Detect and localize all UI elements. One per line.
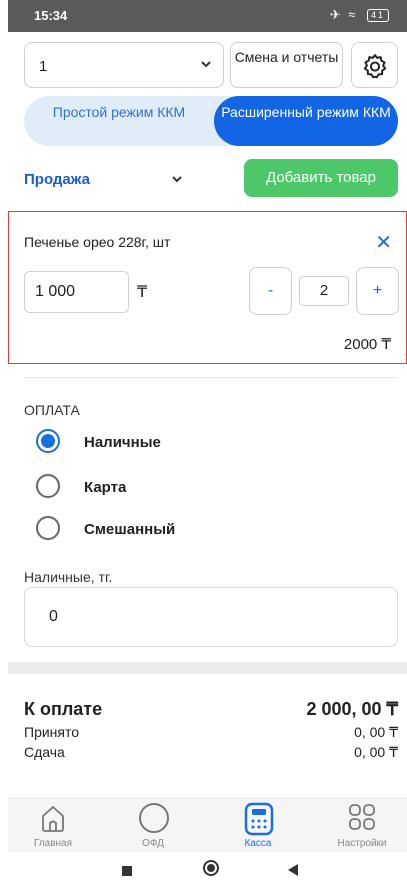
settings-button[interactable] [351, 42, 398, 88]
simple-mode-option[interactable]: Простой режим ККМ [24, 96, 214, 146]
nav-item-settings[interactable]: Настройки [317, 802, 407, 852]
operation-select[interactable]: Продажа [24, 162, 189, 198]
nav-item-kassa[interactable]: Касса [213, 802, 303, 852]
qty-increment-button[interactable]: + [356, 267, 399, 315]
chevron-down-icon [201, 61, 211, 68]
cash-amount-label: Наличные, тг. [24, 569, 113, 585]
nav-item-home[interactable]: Главная [8, 802, 98, 852]
nav-label: Настройки [337, 838, 387, 849]
payment-option-mixed[interactable]: Смешанный [36, 516, 336, 542]
radio-unchecked-icon [36, 516, 60, 540]
back-button[interactable] [288, 864, 298, 876]
register-select-value: 1 [39, 58, 48, 75]
item-name: Печенье орео 228г, шт [24, 234, 171, 250]
home-button[interactable] [203, 860, 219, 876]
nav-label: ОФД [142, 838, 164, 849]
shift-reports-button[interactable]: Смена и отчеты [230, 42, 343, 88]
payment-option-label: Наличные [84, 434, 161, 451]
nav-label: Главная [33, 838, 73, 849]
gear-icon [363, 54, 387, 79]
status-time: 15:34 [34, 8, 68, 23]
item-price-input[interactable]: 1 000 [24, 271, 129, 313]
home-icon [42, 806, 64, 832]
chevron-down-icon [172, 176, 182, 183]
qty-input[interactable]: 2 [299, 276, 349, 306]
register-select[interactable]: 1 [24, 42, 224, 88]
change-label: Сдача [24, 744, 65, 760]
section-separator [8, 662, 407, 674]
amount-due-value: 2 000, 00 ₸ [306, 699, 398, 719]
kkm-mode-toggle: Простой режим ККМ Расширенный режим ККМ [24, 96, 398, 146]
cash-amount-input[interactable]: 0 [24, 587, 398, 647]
payment-option-card[interactable]: Карта [36, 474, 336, 500]
bottom-nav: Главная ОФД Касса Настройки [8, 798, 407, 852]
payment-option-label: Карта [84, 479, 127, 496]
status-icons: ✈ ≈ 41 [330, 7, 389, 23]
system-nav-bar [8, 854, 407, 885]
radio-unchecked-icon [36, 474, 60, 498]
change-value: 0, 00 ₸ [354, 744, 398, 760]
payment-option-cash[interactable]: Наличные [36, 429, 336, 455]
app-screen: 1 Смена и отчеты Простой режим ККМ Расши… [8, 32, 407, 885]
received-label: Принято [24, 724, 80, 740]
status-bar: 15:34 ✈ ≈ 41 [8, 0, 407, 32]
add-product-button[interactable]: Добавить товар [244, 159, 398, 197]
item-total: 2000 ₸ [343, 336, 391, 353]
divider [24, 377, 398, 378]
airplane-wifi-icons: ✈ ≈ [329, 7, 358, 22]
recents-button[interactable] [122, 866, 132, 876]
payment-option-label: Смешанный [84, 521, 176, 538]
operation-select-value: Продажа [24, 171, 90, 188]
circle-icon [139, 803, 169, 833]
close-icon[interactable]: ✕ [375, 230, 392, 255]
amount-due-label: К оплате [24, 699, 103, 719]
grid-icon [349, 804, 375, 830]
received-value: 0, 00 ₸ [354, 724, 398, 740]
nav-label: Касса [244, 838, 272, 849]
nav-item-ofd[interactable]: ОФД [108, 802, 198, 852]
qty-decrement-button[interactable]: - [249, 267, 292, 315]
currency-label: ₸ [137, 284, 148, 301]
advanced-mode-option[interactable]: Расширенный режим ККМ [214, 96, 398, 146]
radio-checked-icon [36, 429, 60, 453]
cart-item-card: Печенье орео 228г, шт ✕ 1 000 ₸ - 2 + 20… [8, 211, 407, 364]
payment-title: ОПЛАТА [24, 402, 80, 418]
calculator-icon [244, 802, 274, 836]
battery-icon: 41 [366, 9, 389, 23]
